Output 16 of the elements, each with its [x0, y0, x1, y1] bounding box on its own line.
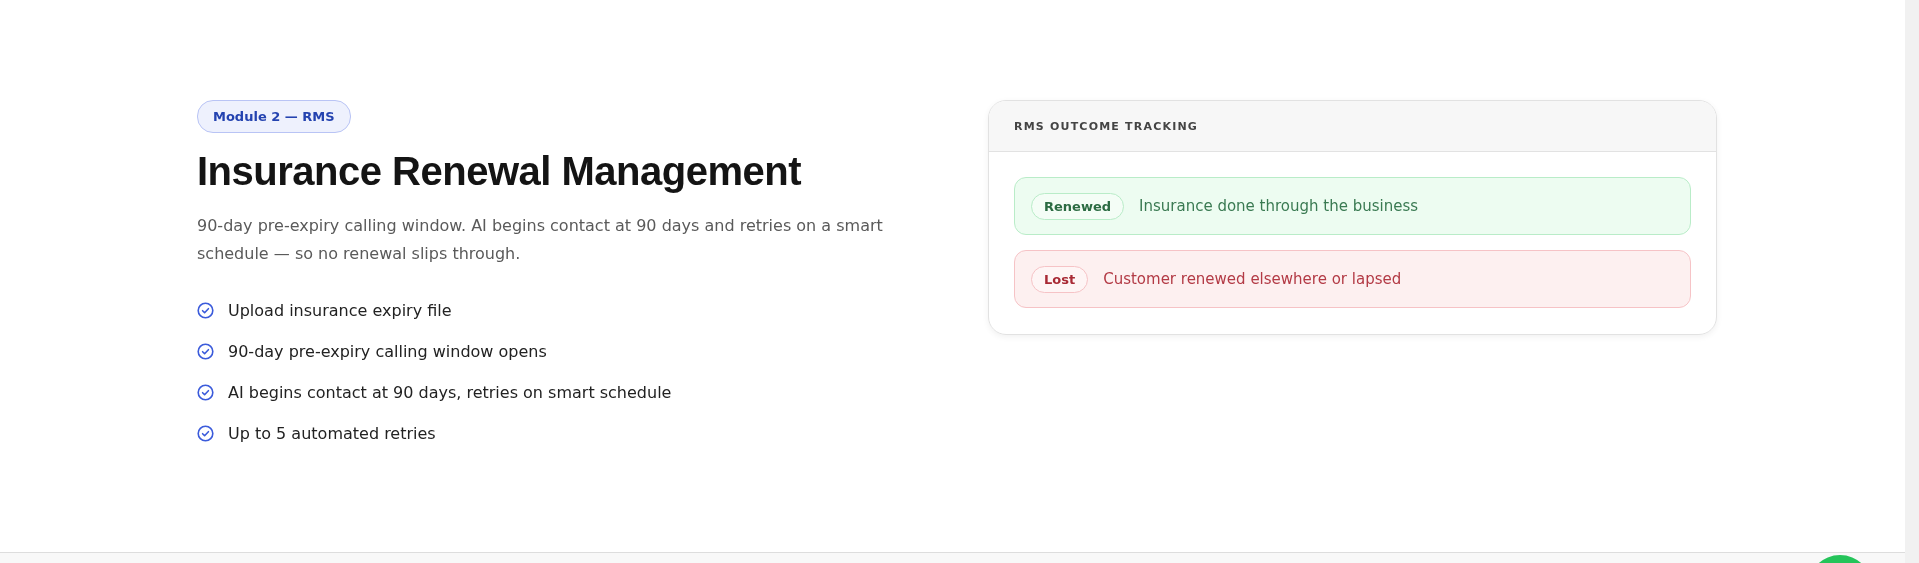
- check-circle-icon: [197, 425, 214, 442]
- check-circle-icon: [197, 343, 214, 360]
- step-text: 90-day pre-expiry calling window opens: [228, 342, 547, 361]
- description: 90-day pre-expiry calling window. AI begins contact at 90 days and retries on a smart schedule — so no renewal slips through.: [197, 215, 884, 265]
- outcome-text: Customer renewed elsewhere or lapsed: [1103, 270, 1402, 288]
- step-text: AI begins contact at 90 days, retries on smart schedule: [228, 383, 672, 402]
- module-badge: Module 2 — RMS: [197, 100, 351, 133]
- status-tag: Lost: [1031, 265, 1089, 293]
- step-text: Up to 5 automated retries: [228, 424, 436, 443]
- card-title: RMS OUTCOME TRACKING: [1014, 119, 1199, 133]
- outcome-text: Insurance done through the business: [1139, 197, 1419, 215]
- step-text: Upload insurance expiry file: [228, 301, 452, 320]
- page-title: Insurance Renewal Management: [197, 149, 802, 194]
- status-tag: Renewed: [1031, 192, 1125, 220]
- check-circle-icon: [197, 384, 214, 401]
- check-circle-icon: [197, 302, 214, 319]
